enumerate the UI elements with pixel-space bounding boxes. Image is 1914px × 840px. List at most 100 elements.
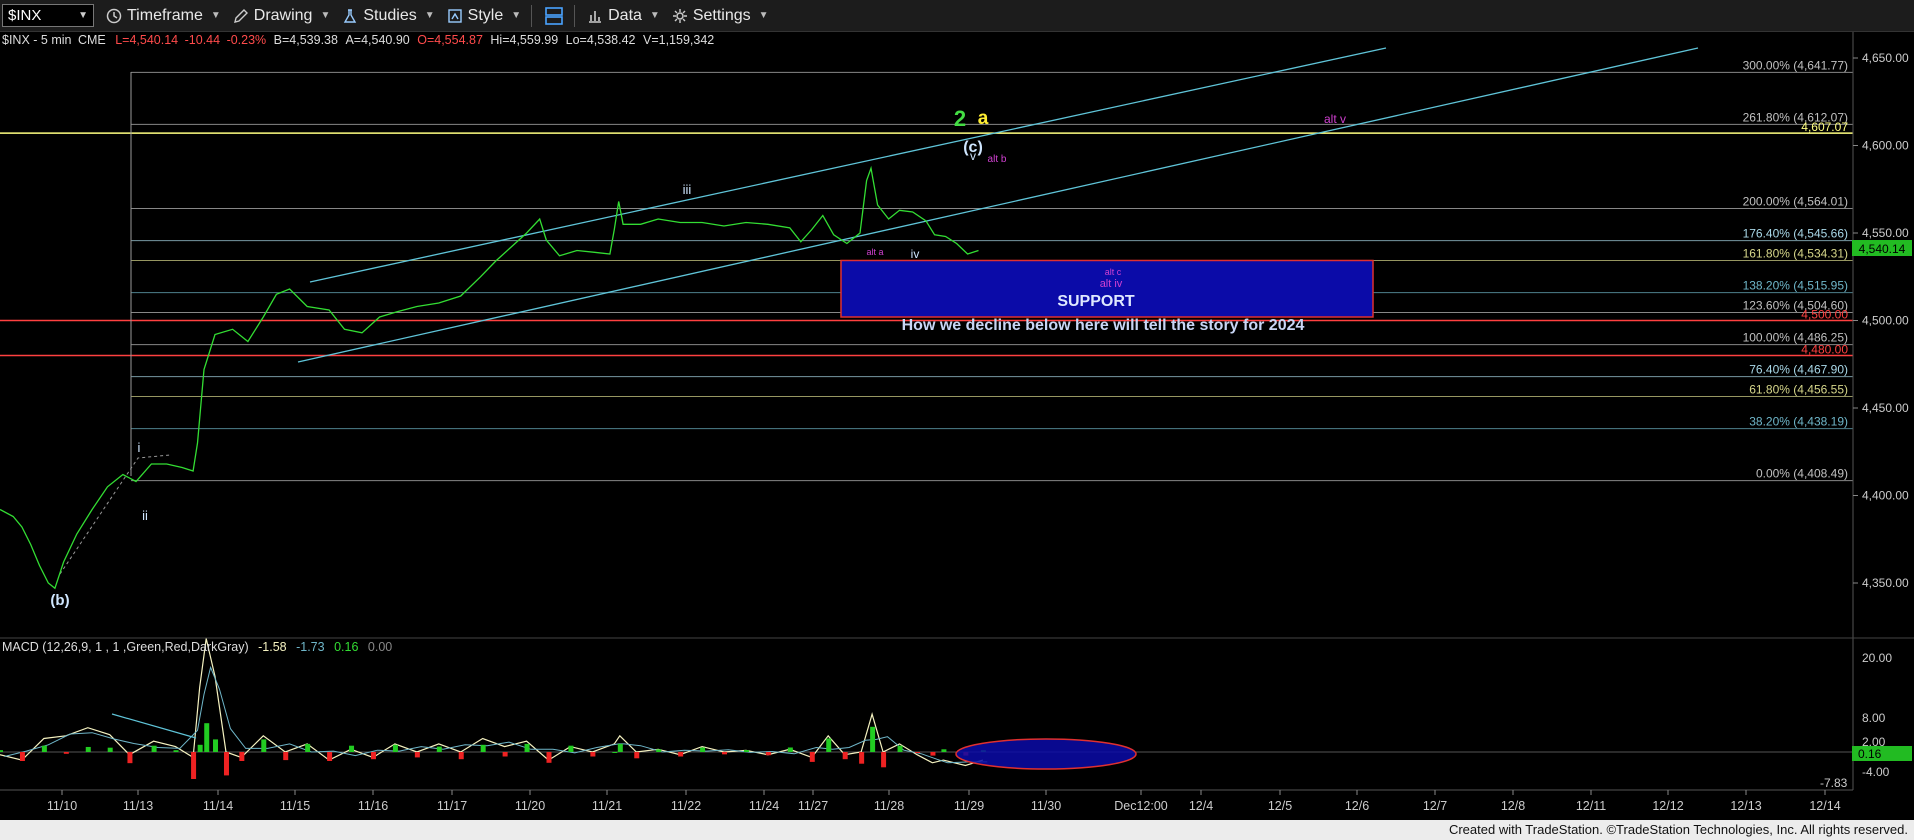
fib-label-0: 300.00% (4,641.77)	[1743, 58, 1848, 72]
time-tick-label-5: 11/17	[437, 799, 467, 813]
style-label: Style	[467, 6, 504, 24]
price-tick-label-1: 4,600.00	[1862, 139, 1909, 153]
caret-down-icon: ▼	[424, 10, 435, 21]
macd-hist-bar	[349, 745, 355, 752]
macd-value-1: -1.58	[258, 640, 287, 654]
fib-label-4: 161.80% (4,534.31)	[1743, 246, 1848, 260]
macd-hist-bar	[809, 752, 815, 762]
macd-hist-bar	[743, 750, 749, 752]
data-menu[interactable]: Data ▼	[587, 7, 660, 25]
wave-label-ii: ii	[142, 508, 148, 523]
macd-value-2: -1.73	[296, 640, 325, 654]
macd-hist-bar	[19, 752, 25, 761]
fib-label-11: 0.00% (4,408.49)	[1756, 467, 1848, 481]
macd-hist-bar	[85, 746, 91, 752]
macd-axis-2: 2.00	[1862, 735, 1886, 749]
macd-hist-bar	[197, 744, 203, 752]
macd-hist-bar	[392, 744, 398, 752]
clock-icon	[106, 8, 122, 23]
macd-hist-bar	[842, 752, 848, 760]
time-tick-label-3: 11/15	[280, 799, 310, 813]
fib-label-3: 176.40% (4,545.66)	[1743, 227, 1848, 241]
timeframe-menu[interactable]: Timeframe ▼	[106, 7, 221, 25]
macd-hist-bar	[305, 743, 311, 752]
macd-hist-bar	[370, 752, 376, 760]
wave-label-a: a	[978, 108, 989, 129]
time-tick-label-14: Dec12:00	[1114, 799, 1168, 813]
toolbar-divider	[531, 4, 533, 27]
macd-hist-bar	[897, 745, 903, 752]
footer-credit: Created with TradeStation. ©TradeStation…	[0, 820, 1914, 840]
time-tick-label-22: 12/13	[1730, 799, 1761, 813]
macd-hist-bar	[765, 752, 771, 756]
wave-label-b: (b)	[50, 592, 69, 609]
time-tick-label-18: 12/7	[1423, 799, 1447, 813]
time-tick-label-10: 11/27	[798, 799, 828, 813]
time-tick-label-4: 11/16	[358, 799, 388, 813]
fib-label-5: 138.20% (4,515.95)	[1743, 279, 1848, 293]
macd-label: MACD (12,26,9, 1 , 1 ,Green,Red,DarkGray…	[2, 640, 249, 654]
timeframe-label: Timeframe	[127, 6, 203, 24]
price-tick-label-4: 4,450.00	[1862, 401, 1909, 415]
macd-hist-bar	[173, 750, 179, 752]
macd-hist-bar	[634, 752, 640, 759]
support-label: SUPPORT	[1057, 293, 1135, 310]
macd-highlight-ellipse	[955, 738, 1137, 770]
macd-hist-bar	[826, 738, 832, 752]
settings-menu[interactable]: Settings ▼	[672, 7, 769, 25]
macd-hist-bar	[261, 739, 267, 752]
style-menu[interactable]: Style ▼	[447, 7, 521, 25]
high-price: Hi=4,559.99	[490, 33, 559, 47]
price-chart[interactable]: 300.00% (4,641.77)261.80% (4,612.07)200.…	[0, 32, 1914, 820]
layout-button[interactable]	[544, 6, 564, 26]
macd-axis-20: 20.00	[1862, 651, 1892, 665]
macd-hist-bar	[678, 752, 684, 757]
wave-label-iv: iv	[911, 247, 920, 261]
price-tick-label-6: 4,350.00	[1862, 576, 1909, 590]
time-tick-label-21: 12/12	[1652, 799, 1683, 813]
caret-down-icon: ▼	[320, 10, 331, 21]
low-price: Lo=4,538.42	[565, 33, 636, 47]
studies-menu[interactable]: Studies ▼	[342, 7, 435, 25]
time-tick-label-15: 12/4	[1189, 799, 1213, 813]
wave-label-c: (c)	[963, 139, 983, 156]
macd-hist-bar	[546, 752, 552, 763]
price-tick-label-2: 4,550.00	[1862, 226, 1909, 240]
macd-hist-bar	[612, 752, 618, 753]
time-tick-label-23: 12/14	[1809, 799, 1840, 813]
macd-axis-8: 8.00	[1862, 711, 1886, 725]
time-tick-label-7: 11/21	[592, 799, 622, 813]
macd-hist-bar	[63, 752, 69, 754]
macd-legend: MACD (12,26,9, 1 , 1 ,Green,Red,DarkGray…	[2, 640, 392, 654]
wave-label-2: 2	[954, 106, 966, 131]
time-tick-label-11: 11/28	[874, 799, 904, 813]
macd-value-4: 0.00	[367, 640, 393, 654]
macd-hist-bar	[941, 749, 947, 752]
bid-price: B=4,539.38	[273, 33, 338, 47]
macd-value-3: 0.16	[334, 640, 359, 654]
macd-hist-bar	[915, 752, 921, 753]
time-tick-label-16: 12/5	[1268, 799, 1292, 813]
macd-axis-low: -7.83	[1820, 776, 1848, 790]
time-tick-label-19: 12/8	[1501, 799, 1525, 813]
ask-price: A=4,540.90	[345, 33, 410, 47]
symbol-selector[interactable]: $INX ▼	[2, 4, 94, 27]
drawing-label: Drawing	[253, 6, 313, 24]
symbol-value: $INX	[8, 7, 42, 24]
macd-hist-bar	[414, 752, 420, 758]
quote-line: $INX - 5 min CME L=4,540.14 -10.44 -0.23…	[2, 33, 714, 47]
flask-icon	[344, 8, 357, 23]
macd-hist-bar	[617, 743, 623, 752]
macd-hist-bar	[107, 747, 113, 752]
toolbar: $INX ▼ Timeframe ▼ Drawing ▼ Studies ▼ Styl…	[0, 0, 1914, 32]
time-tick-label-9: 11/24	[749, 799, 779, 813]
macd-hist-bar	[283, 752, 289, 761]
macd-hist-bar	[480, 744, 486, 752]
symbol-interval: $INX - 5 min	[2, 33, 72, 47]
macd-hist-bar	[223, 752, 229, 776]
hline-label-1: 4,500.00	[1801, 308, 1848, 322]
wave-label-alt-iv: alt iv	[1100, 278, 1123, 290]
drawing-menu[interactable]: Drawing ▼	[233, 6, 331, 25]
wave-label-i: i	[138, 440, 141, 455]
chevron-down-icon: ▼	[78, 10, 88, 21]
